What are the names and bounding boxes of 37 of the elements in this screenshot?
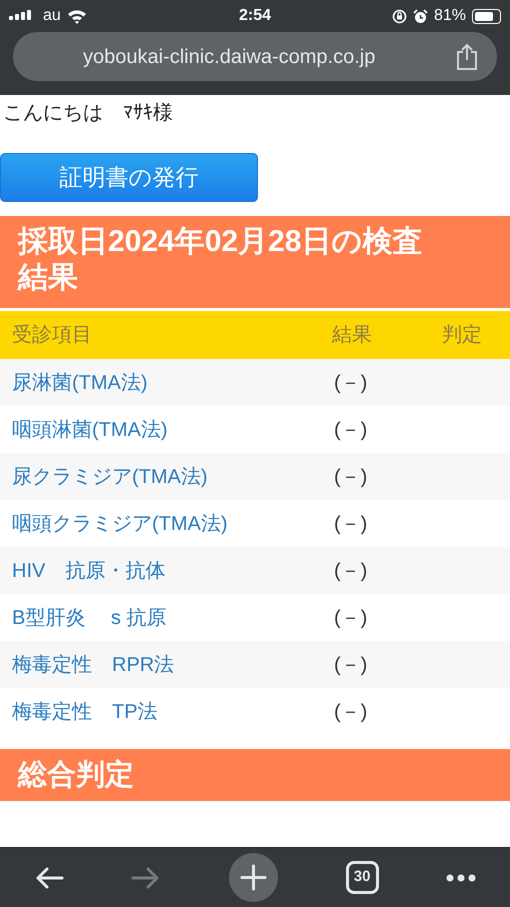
column-header: 結果 [332,324,372,346]
section-heading: 総合判定 [0,749,510,801]
test-item-name: 梅毒定性 TP法 [12,700,158,722]
signal-icon [9,9,33,23]
clock-time: 2:54 [238,6,272,26]
battery-icon [472,8,501,24]
test-result: (－) [334,560,368,582]
test-item-name: 咽頭クラミジア(TMA法) [12,512,228,534]
wifi-icon [66,8,87,24]
test-result: (－) [334,606,368,628]
test-item-name: 咽頭淋菌(TMA法) [12,418,168,440]
test-result: (－) [334,418,368,440]
test-result: (－) [334,700,368,722]
carrier-name: au [43,6,61,26]
test-result: (－) [334,372,368,394]
share-icon[interactable] [455,42,479,70]
column-header: 判定 [442,324,482,346]
alarm-icon [412,8,428,24]
certificate-button[interactable]: 証明書の発行 [0,153,258,202]
url-text: yoboukai-clinic.daiwa-comp.co.jp [83,44,376,70]
address-bar[interactable]: yoboukai-clinic.daiwa-comp.co.jp [13,32,497,81]
section-heading: 採取日2024年02月28日の検査結果 [0,216,510,308]
test-item-name: 尿淋菌(TMA法) [12,372,148,394]
test-result: (－) [334,512,368,534]
test-item-name: HIV 抗原・抗体 [12,560,166,582]
greeting-text: こんにちは ﾏｻｷ様 [2,101,174,126]
column-header: 受診項目 [12,324,92,346]
test-result: (－) [334,466,368,488]
more-icon[interactable] [446,874,476,882]
new-tab-button[interactable] [228,853,278,902]
test-item-name: 梅毒定性 RPR法 [12,654,174,676]
test-item-name: B型肝炎 s 抗原 [12,606,166,628]
tab-count-button[interactable]: 30 [346,861,379,894]
battery-percent: 81% [434,6,466,26]
test-item-name: 尿クラミジア(TMA法) [12,466,208,488]
rotation-lock-icon [392,8,407,24]
test-result: (－) [334,654,368,676]
